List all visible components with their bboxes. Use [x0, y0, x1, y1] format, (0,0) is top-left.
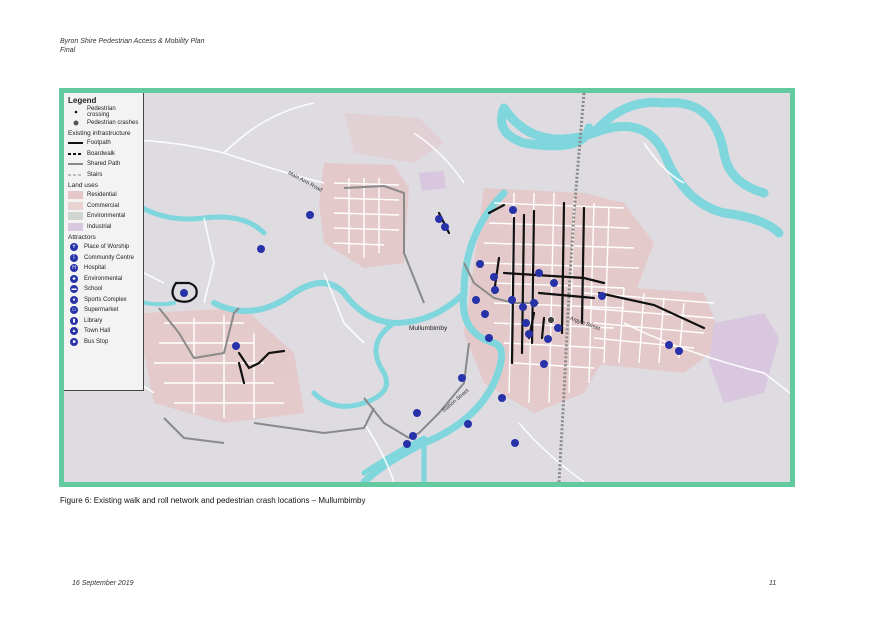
- cart-icon: ▭: [70, 306, 78, 315]
- legend-label: Environmental: [84, 275, 123, 282]
- legend-item-crossing: Pedestrian crossing: [68, 106, 139, 119]
- crossing-dot-icon: [68, 108, 83, 116]
- legend-item-residential: Residential: [68, 190, 139, 201]
- bus-icon: ■: [70, 337, 78, 346]
- industrial-swatch: [68, 222, 83, 231]
- legend-item-sports-complex: ● Sports Complex: [68, 295, 139, 306]
- boardwalk-line-icon: [68, 150, 83, 158]
- crash-dot-icon: [68, 119, 83, 127]
- legend-label: Supermarket: [84, 307, 119, 314]
- page-number: 11: [769, 580, 777, 587]
- legend-item-community-centre: Ϊ Community Centre: [68, 253, 139, 264]
- book-icon: ▮: [70, 316, 78, 325]
- map-canvas: [64, 93, 790, 482]
- legend-label: Residential: [87, 192, 117, 199]
- map-legend: Legend Pedestrian crossing Pedestrian cr…: [64, 93, 144, 391]
- legend-label: Community Centre: [84, 254, 135, 261]
- footer-date: 16 September 2019: [72, 580, 134, 587]
- legend-label: Place of Worship: [84, 244, 130, 251]
- hospital-icon: H: [70, 264, 78, 273]
- legend-item-bus-stop: ■ Bus Stop: [68, 337, 139, 348]
- legend-label: Stairs: [87, 171, 103, 178]
- stairs-line-icon: [68, 171, 83, 179]
- footpath-line-icon: [68, 139, 83, 147]
- legend-item-stairs: Stairs: [68, 170, 139, 181]
- school-icon: ▬: [70, 285, 78, 294]
- legend-label: School: [84, 286, 103, 293]
- legend-section-infrastructure: Existing infrastructure: [68, 130, 131, 137]
- legend-item-commercial: Commercial: [68, 201, 139, 212]
- legend-item-town-hall: ▲ Town Hall: [68, 326, 139, 337]
- legend-item-place-of-worship: ✝ Place of Worship: [68, 242, 139, 253]
- shared-path-line-icon: [68, 160, 83, 168]
- hall-icon: ▲: [70, 327, 78, 336]
- legend-title: Legend: [68, 96, 97, 105]
- legend-label: Boardwalk: [87, 150, 116, 157]
- legend-item-shared-path: Shared Path: [68, 159, 139, 170]
- legend-label: Pedestrian crashes: [87, 119, 139, 126]
- legend-section-attractors: Attractors: [68, 234, 96, 241]
- legend-label: Footpath: [87, 140, 111, 147]
- legend-item-school: ▬ School: [68, 284, 139, 295]
- legend-label: Shared Path: [87, 161, 121, 168]
- legend-label: Industrial: [87, 223, 112, 230]
- legend-item-library: ▮ Library: [68, 316, 139, 327]
- legend-label: Pedestrian crossing: [87, 106, 116, 119]
- legend-label: Town Hall: [84, 328, 111, 335]
- legend-item-crashes: Pedestrian crashes: [68, 118, 139, 129]
- pedestrian-crash-marker: [547, 316, 555, 324]
- legend-item-hospital: H Hospital: [68, 263, 139, 274]
- tree-icon: ♣: [70, 274, 78, 283]
- town-label: Mullumbimby: [409, 325, 448, 332]
- environmental-swatch: [68, 212, 83, 221]
- document-header-title: Byron Shire Pedestrian Access & Mobility…: [60, 38, 205, 45]
- legend-label: Sports Complex: [84, 296, 127, 303]
- figure-caption: Figure 6: Existing walk and roll network…: [60, 496, 366, 505]
- legend-section-land-uses: Land uses: [68, 182, 98, 189]
- legend-item-footpath: Footpath: [68, 138, 139, 149]
- residential-swatch: [68, 191, 83, 200]
- legend-label: Hospital: [84, 265, 106, 272]
- legend-label: Environmental: [87, 213, 126, 220]
- legend-item-environmental-land: Environmental: [68, 211, 139, 222]
- legend-label: Commercial: [87, 202, 120, 209]
- legend-item-supermarket: ▭ Supermarket: [68, 305, 139, 316]
- document-header-status: Final: [60, 47, 76, 54]
- cross-icon: ✝: [70, 243, 78, 252]
- legend-label: Library: [84, 317, 103, 324]
- commercial-swatch: [68, 201, 83, 210]
- legend-label: Bus Stop: [84, 338, 109, 345]
- map-frame: Mullumbimby Main Arm Road Argyle Street …: [59, 88, 795, 487]
- legend-item-boardwalk: Boardwalk: [68, 149, 139, 160]
- legend-item-industrial: Industrial: [68, 222, 139, 233]
- legend-item-environmental: ♣ Environmental: [68, 274, 139, 285]
- people-icon: Ϊ: [70, 253, 78, 262]
- ball-icon: ●: [70, 295, 78, 304]
